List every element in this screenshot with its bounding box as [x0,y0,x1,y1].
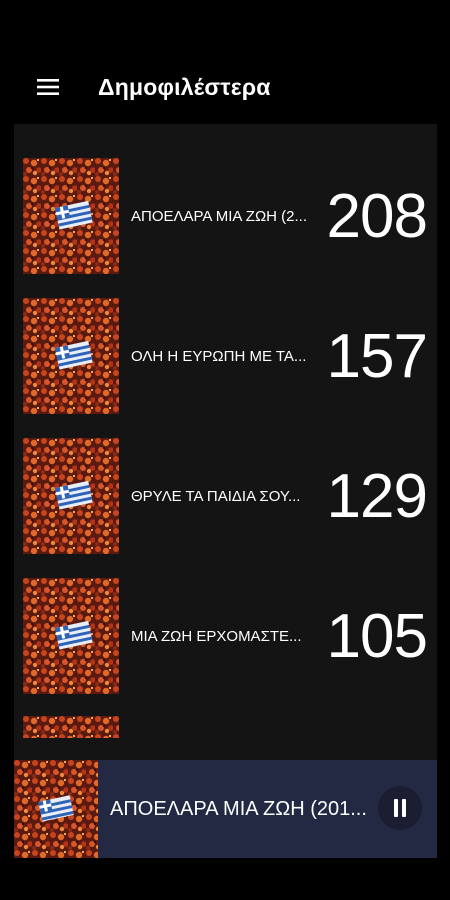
song-row[interactable]: ΑΠΟΕΛΑΡΑ ΜΙΑ ΖΩΗ (2... 208 [14,152,437,274]
song-title: ΜΙΑ ΖΩΗ ΕΡΧΟΜΑΣΤΕ... [131,627,302,645]
song-thumbnail [23,298,119,414]
hamburger-menu-icon[interactable] [33,72,63,102]
status-bar [0,0,450,52]
song-row[interactable]: ΜΙΑ ΖΩΗ ΕΡΧΟΜΑΣΤΕ... 105 [14,572,437,694]
pause-icon [394,799,406,817]
song-thumbnail-partial[interactable] [23,716,119,738]
song-thumbnail [23,578,119,694]
song-row[interactable]: ΘΡΥΛΕ ΤΑ ΠΑΙΔΙΑ ΣΟΥ... 129 [14,432,437,554]
song-title: ΘΡΥΛΕ ΤΑ ΠΑΙΔΙΑ ΣΟΥ... [131,487,301,505]
song-thumbnail [23,438,119,554]
song-title: ΟΛΗ Η ΕΥΡΩΠΗ ΜΕ ΤΑ... [131,347,307,365]
play-count: 105 [326,601,428,671]
song-list: ΑΠΟΕΛΑΡΑ ΜΙΑ ΖΩΗ (2... 208 ΟΛΗ Η ΕΥΡΩΠΗ … [14,124,437,760]
system-nav-bar [0,858,450,900]
song-thumbnail [23,158,119,274]
now-playing-bar[interactable]: ΑΠΟΕΛΑΡΑ ΜΙΑ ΖΩΗ (201... [14,760,437,858]
page-title: Δημοφιλέστερα [98,73,271,100]
pause-button[interactable] [378,786,422,830]
play-count: 157 [326,321,428,391]
now-playing-thumbnail [14,760,98,858]
now-playing-title: ΑΠΟΕΛΑΡΑ ΜΙΑ ΖΩΗ (201... [110,797,367,820]
play-count: 129 [326,461,428,531]
app-bar: Δημοφιλέστερα [0,52,450,122]
play-count: 208 [326,181,428,251]
song-title: ΑΠΟΕΛΑΡΑ ΜΙΑ ΖΩΗ (2... [131,207,307,225]
song-row[interactable]: ΟΛΗ Η ΕΥΡΩΠΗ ΜΕ ΤΑ... 157 [14,292,437,414]
